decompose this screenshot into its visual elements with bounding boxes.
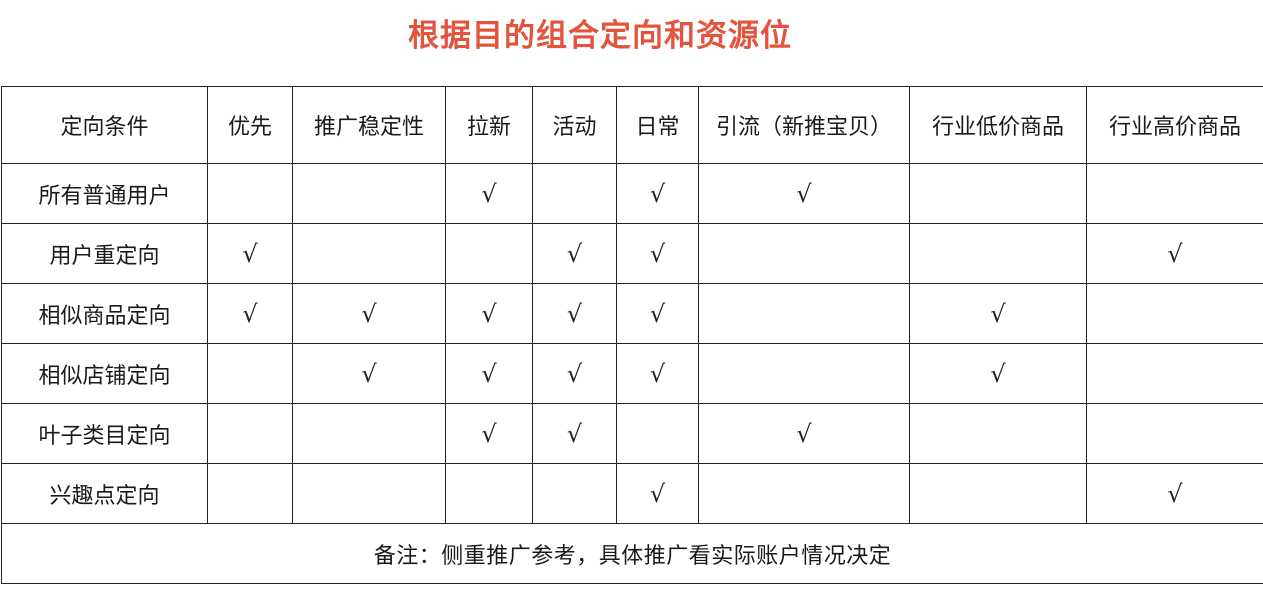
column-header: 引流（新推宝贝） (698, 86, 910, 164)
check-mark: √ (361, 299, 377, 328)
table-row: 相似店铺定向 √ √ √ √ √ (1, 343, 1263, 404)
check-mark: √ (990, 359, 1006, 388)
table-row: 叶子类目定向 √ √ √ (1, 403, 1263, 464)
targeting-table: 定向条件 优先 推广稳定性 拉新 活动 日常 引流（新推宝贝） 行业低价商品 行… (1, 86, 1263, 584)
table-cell (1086, 343, 1263, 404)
table-cell (292, 463, 446, 524)
check-mark: √ (796, 419, 812, 448)
check-mark: √ (566, 299, 583, 328)
table-cell (616, 403, 699, 464)
table-cell: √ (1086, 223, 1263, 284)
table-cell (909, 463, 1087, 524)
check-mark: √ (481, 419, 497, 448)
table-cell: √ (445, 343, 533, 404)
table-cell (292, 163, 446, 224)
table-cell: √ (445, 283, 533, 344)
check-mark: √ (242, 239, 258, 268)
table-cell (207, 163, 293, 224)
row-label: 相似店铺定向 (1, 343, 208, 404)
table-cell (532, 163, 617, 224)
row-label: 相似商品定向 (1, 283, 208, 344)
check-mark: √ (1167, 239, 1183, 268)
column-header: 活动 (532, 86, 617, 164)
table-cell (909, 223, 1087, 284)
row-label: 叶子类目定向 (1, 403, 208, 464)
table-cell: √ (445, 403, 533, 464)
check-mark: √ (361, 359, 377, 388)
table-cell: √ (207, 223, 293, 284)
table-cell (207, 463, 293, 524)
table-cell (698, 343, 910, 404)
check-mark: √ (566, 239, 583, 268)
table-cell (207, 343, 293, 404)
check-mark: √ (649, 239, 666, 268)
table-cell (292, 223, 446, 284)
column-header: 定向条件 (1, 86, 208, 164)
header-row: 定向条件 优先 推广稳定性 拉新 活动 日常 引流（新推宝贝） 行业低价商品 行… (1, 86, 1263, 164)
table-cell (698, 223, 910, 284)
check-mark: √ (481, 299, 497, 328)
table-cell: √ (616, 223, 699, 284)
row-label: 所有普通用户 (1, 163, 208, 224)
check-mark: √ (990, 299, 1006, 328)
column-header: 行业低价商品 (909, 86, 1087, 164)
table-cell (445, 463, 533, 524)
table-cell: √ (909, 283, 1087, 344)
row-label: 兴趣点定向 (1, 463, 208, 524)
table-row: 兴趣点定向 √ √ (1, 463, 1263, 524)
table-cell (445, 223, 533, 284)
table-cell (532, 463, 617, 524)
column-header: 行业高价商品 (1086, 86, 1263, 164)
footnote: 备注：侧重推广参考，具体推广看实际账户情况决定 (1, 523, 1263, 584)
table-cell (1086, 163, 1263, 224)
check-mark: √ (1167, 479, 1183, 508)
table-cell (207, 403, 293, 464)
check-mark: √ (649, 359, 666, 388)
table-cell: √ (616, 283, 699, 344)
table-cell: √ (698, 163, 910, 224)
table-cell (1086, 403, 1263, 464)
check-mark: √ (649, 179, 666, 208)
table-cell: √ (532, 403, 617, 464)
check-mark: √ (481, 179, 497, 208)
table-cell (1086, 283, 1263, 344)
table-cell: √ (207, 283, 293, 344)
table-row: 所有普通用户 √ √ √ (1, 163, 1263, 224)
table-cell (698, 283, 910, 344)
table-row: 用户重定向 √ √ √ √ (1, 223, 1263, 284)
table-cell: √ (532, 283, 617, 344)
table-cell: √ (909, 343, 1087, 404)
table-cell: √ (532, 343, 617, 404)
table-cell: √ (292, 343, 446, 404)
table-cell: √ (292, 283, 446, 344)
table-cell: √ (445, 163, 533, 224)
check-mark: √ (649, 299, 666, 328)
table-cell (698, 463, 910, 524)
table-cell (909, 403, 1087, 464)
check-mark: √ (566, 419, 583, 448)
table-cell (292, 403, 446, 464)
check-mark: √ (566, 359, 583, 388)
check-mark: √ (242, 299, 258, 328)
column-header: 推广稳定性 (292, 86, 446, 164)
table-cell (909, 163, 1087, 224)
check-mark: √ (796, 179, 812, 208)
table-cell: √ (698, 403, 910, 464)
table-cell: √ (532, 223, 617, 284)
table-cell: √ (616, 463, 699, 524)
column-header: 优先 (207, 86, 293, 164)
table-cell: √ (616, 163, 699, 224)
check-mark: √ (481, 359, 497, 388)
row-label: 用户重定向 (1, 223, 208, 284)
column-header: 日常 (616, 86, 699, 164)
page-title: 根据目的组合定向和资源位 (408, 18, 792, 54)
table-row: 相似商品定向 √ √ √ √ √ √ (1, 283, 1263, 344)
table-cell: √ (1086, 463, 1263, 524)
table-cell: √ (616, 343, 699, 404)
note-row: 备注：侧重推广参考，具体推广看实际账户情况决定 (1, 523, 1263, 584)
check-mark: √ (649, 479, 666, 508)
column-header: 拉新 (445, 86, 533, 164)
